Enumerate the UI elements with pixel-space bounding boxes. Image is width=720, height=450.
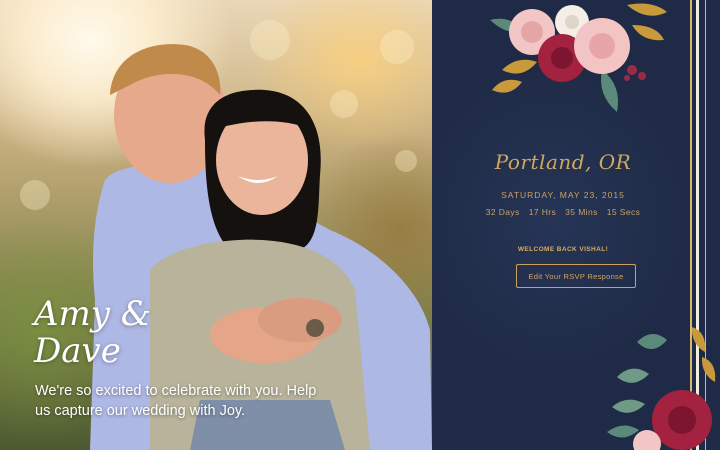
welcome-message: WELCOME BACK VISHAL! [517,246,609,253]
floral-bouquet-bottom-icon [607,327,716,450]
hero-photo: Amy & Dave We're so excited to celebrate… [0,0,432,450]
countdown-minutes: 35 Mins [565,207,598,217]
floral-bouquet-top-icon [490,3,667,112]
hero-tagline: We're so excited to celebrate with you. … [35,383,317,419]
countdown-days: 32 Days [485,207,520,217]
couple-names-line2: Dave [34,331,121,371]
event-countdown: 32 Days 17 Hrs 35 Mins 15 Secs [432,207,694,217]
invitation-panel: Portland, OR SATURDAY, MAY 23, 2015 32 D… [432,0,720,450]
countdown-seconds: 15 Secs [606,207,641,217]
event-date: SATURDAY, MAY 23, 2015 [501,190,625,200]
couple-names: Amy & Dave [34,296,214,370]
countdown-hours: 17 Hrs [528,207,557,217]
event-city: Portland, OR [494,150,632,174]
couple-names-line1: Amy & [34,294,152,334]
edit-rsvp-button[interactable]: Edit Your RSVP Response [516,264,636,288]
